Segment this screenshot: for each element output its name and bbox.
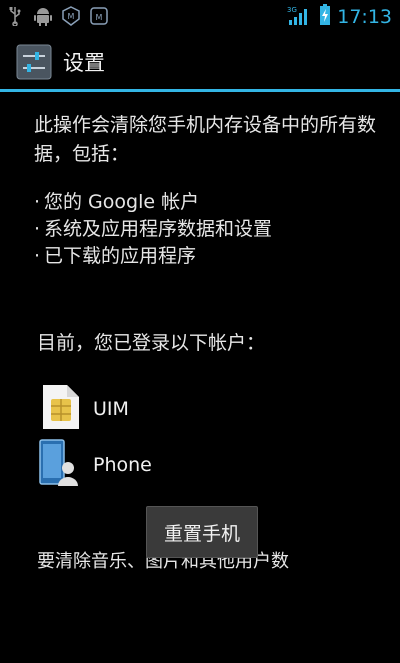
intro-text: 此操作会清除您手机内存设备中的所有数据，包括： (34, 114, 377, 165)
action-bar: 设置 (0, 33, 400, 90)
signal-3g-icon: 3G (287, 4, 313, 30)
notification-m-icon: M (62, 6, 80, 26)
clock: 17:13 (337, 6, 392, 28)
svg-text:M: M (96, 13, 103, 22)
account-label: UIM (93, 398, 129, 420)
status-indicators: 3G 17:13 (287, 4, 392, 30)
account-item-phone: Phone (37, 438, 152, 492)
android-icon (34, 6, 52, 26)
account-label: Phone (93, 454, 152, 476)
svg-text:M: M (68, 12, 75, 21)
list-item: · 系统及应用程序数据和设置 (34, 218, 273, 240)
usb-icon (6, 6, 24, 26)
logged-in-intro: 目前，您已登录以下帐户： (37, 332, 266, 354)
phone-contact-icon (37, 438, 81, 492)
notification-m2-icon: M (90, 6, 108, 26)
list-item: · 您的 Google 帐户 (34, 191, 200, 213)
battery-charging-icon (319, 4, 331, 30)
sim-card-icon (37, 383, 81, 435)
reset-phone-button[interactable]: 重置手机 (146, 506, 258, 558)
list-item: · 已下载的应用程序 (34, 245, 197, 267)
status-bar: M M 3G 17:13 (0, 0, 400, 33)
status-notifications: M M (6, 6, 108, 26)
page-title: 设置 (63, 51, 105, 75)
erase-list: · 您的 Google 帐户 · 系统及应用程序数据和设置 · 已下载的应用程序 (34, 189, 272, 270)
action-bar-divider (0, 89, 400, 92)
account-item-uim: UIM (37, 383, 129, 435)
svg-text:3G: 3G (287, 6, 297, 14)
settings-app-icon[interactable] (16, 44, 52, 80)
